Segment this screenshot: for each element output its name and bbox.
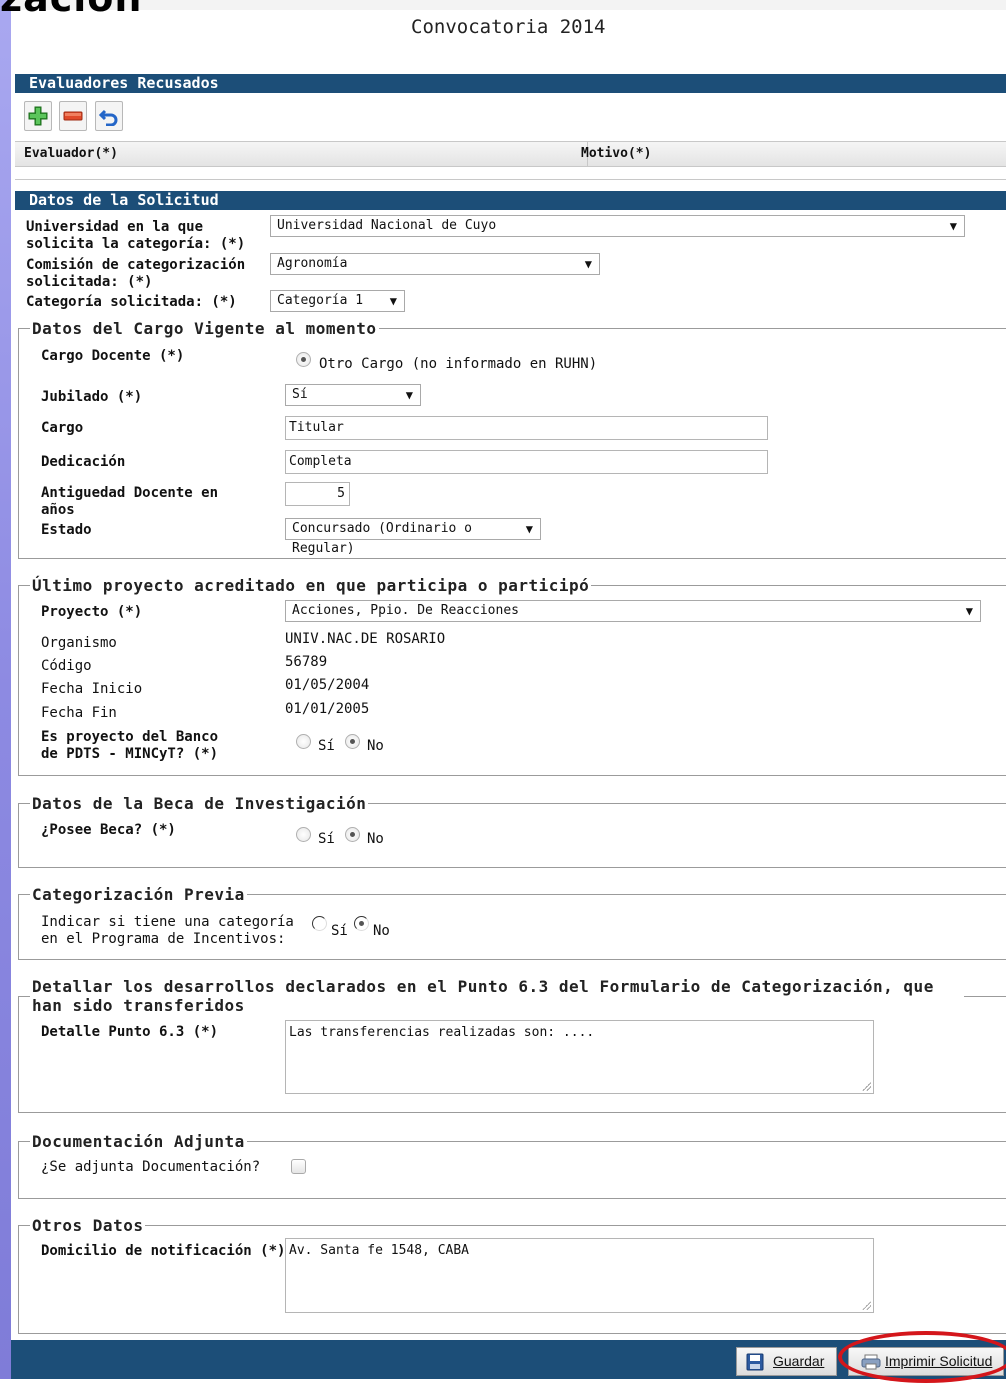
domicilio-label: Domicilio de notificación (*)	[41, 1243, 286, 1259]
cargo-docente-option: Otro Cargo (no informado en RUHN)	[319, 356, 598, 372]
minus-icon	[63, 111, 83, 121]
jubilado-label: Jubilado (*)	[41, 389, 143, 405]
comision-label: Comisión de categorización solicitada: (…	[26, 257, 246, 290]
evaluadores-grid-header: Evaluador(*) Motivo(*)	[15, 141, 1006, 167]
page-title: Convocatoria 2014	[411, 16, 606, 38]
fecha-fin-value: 01/01/2005	[285, 701, 370, 717]
domicilio-textarea[interactable]: Av. Santa fe 1548, CABA	[285, 1238, 874, 1313]
estado-select[interactable]: Concursado (Ordinario o Regular) ▼	[285, 518, 541, 556]
universidad-select[interactable]: Universidad Nacional de Cuyo ▼	[270, 215, 965, 237]
dropdown-arrow-icon: ▼	[584, 257, 592, 271]
categoria-select[interactable]: Categoría 1 ▼	[270, 290, 405, 312]
cargo-legend: Datos del Cargo Vigente al momento	[32, 319, 377, 338]
antiguedad-input[interactable]: 5	[285, 482, 350, 506]
top-strip	[11, 0, 1006, 10]
beca-si-label: Sí	[318, 831, 335, 847]
categoria-label: Categoría solicitada: (*)	[26, 294, 237, 310]
domicilio-value: Av. Santa fe 1548, CABA	[289, 1243, 470, 1258]
documentacion-legend: Documentación Adjunta	[32, 1132, 245, 1151]
left-gradient-strip	[0, 0, 11, 1379]
otros-legend: Otros Datos	[32, 1216, 144, 1235]
grid-bottom-border	[15, 179, 1006, 180]
pdts-no-radio[interactable]	[345, 734, 360, 749]
pdts-no-label: No	[367, 738, 384, 754]
dedicacion-input[interactable]: Completa	[285, 450, 768, 474]
previa-legend: Categorización Previa	[32, 885, 245, 904]
comision-select[interactable]: Agronomía ▼	[270, 253, 600, 275]
dedicacion-label: Dedicación	[41, 454, 126, 470]
add-evaluador-button[interactable]	[24, 101, 52, 131]
beca-no-label: No	[367, 831, 384, 847]
dropdown-arrow-icon: ▼	[949, 219, 957, 233]
universidad-value: Universidad Nacional de Cuyo	[277, 218, 497, 233]
resize-grip-icon[interactable]	[861, 1300, 871, 1310]
fecha-fin-label: Fecha Fin	[41, 705, 117, 721]
cargo-label: Cargo	[41, 420, 84, 436]
jubilado-select[interactable]: Sí ▼	[285, 384, 421, 406]
cargo-input[interactable]: Titular	[285, 416, 768, 440]
dropdown-arrow-icon: ▼	[965, 604, 973, 618]
solicitud-section-header: Datos de la Solicitud	[15, 191, 1006, 210]
beca-si-radio[interactable]	[296, 827, 311, 842]
previa-si-radio[interactable]	[312, 916, 327, 931]
plus-icon	[28, 106, 48, 126]
previa-no-label: No	[373, 923, 390, 939]
previa-label: Indicar si tiene una categoría en el Pro…	[41, 914, 294, 947]
proyecto-legend: Último proyecto acreditado en que partic…	[32, 576, 590, 595]
beca-no-radio[interactable]	[345, 827, 360, 842]
previa-no-radio[interactable]	[354, 916, 369, 931]
guardar-label: Guardar	[773, 1353, 825, 1369]
pdts-si-radio[interactable]	[296, 734, 311, 749]
universidad-label: Universidad en la que solicita la catego…	[26, 219, 246, 252]
cut-off-title: zación	[0, 0, 142, 20]
remove-evaluador-button[interactable]	[59, 101, 87, 131]
desarrollos-value: Las transferencias realizadas son: ....	[289, 1025, 595, 1040]
documentacion-label: ¿Se adjunta Documentación?	[41, 1159, 261, 1175]
beca-label: ¿Posee Beca? (*)	[41, 822, 176, 838]
cargo-docente-label: Cargo Docente (*)	[41, 348, 185, 364]
categoria-value: Categoría 1	[277, 293, 364, 308]
desarrollos-label: Detalle Punto 6.3 (*)	[41, 1024, 219, 1040]
evaluadores-section-header: Evaluadores Recusados	[15, 74, 1006, 93]
codigo-value: 56789	[285, 654, 328, 670]
column-motivo: Motivo(*)	[581, 146, 652, 161]
desarrollos-legend: Detallar los desarrollos declarados en e…	[32, 977, 934, 1015]
floppy-disk-icon	[746, 1353, 764, 1371]
fecha-inicio-label: Fecha Inicio	[41, 681, 143, 697]
cargo-docente-radio[interactable]	[296, 352, 311, 367]
antiguedad-label: Antiguedad Docente en años	[41, 485, 219, 518]
organismo-value: UNIV.NAC.DE ROSARIO	[285, 631, 446, 647]
documentacion-checkbox[interactable]	[291, 1159, 306, 1174]
estado-label: Estado	[41, 522, 92, 538]
resize-grip-icon[interactable]	[861, 1081, 871, 1091]
pdts-label: Es proyecto del Banco de PDTS - MINCyT? …	[41, 729, 219, 762]
previa-si-label: Sí	[331, 923, 348, 939]
pdts-si-label: Sí	[318, 738, 335, 754]
fecha-inicio-value: 01/05/2004	[285, 677, 370, 693]
undo-icon	[99, 109, 118, 126]
dropdown-arrow-icon: ▼	[405, 388, 413, 402]
proyecto-value: Acciones, Ppio. De Reacciones	[292, 603, 519, 618]
jubilado-value: Sí	[292, 387, 308, 402]
proyecto-label: Proyecto (*)	[41, 604, 143, 620]
desarrollos-textarea[interactable]: Las transferencias realizadas son: ....	[285, 1020, 874, 1094]
undo-button[interactable]	[95, 101, 123, 131]
proyecto-select[interactable]: Acciones, Ppio. De Reacciones ▼	[285, 600, 981, 622]
dropdown-arrow-icon: ▼	[389, 294, 397, 308]
beca-legend: Datos de la Beca de Investigación	[32, 794, 367, 813]
codigo-label: Código	[41, 658, 92, 674]
column-evaluador: Evaluador(*)	[24, 146, 118, 161]
dropdown-arrow-icon: ▼	[525, 522, 533, 536]
comision-value: Agronomía	[277, 256, 348, 271]
organismo-label: Organismo	[41, 635, 117, 651]
highlight-ellipse-annotation	[838, 1331, 1006, 1383]
guardar-button[interactable]: Guardar	[736, 1347, 837, 1376]
